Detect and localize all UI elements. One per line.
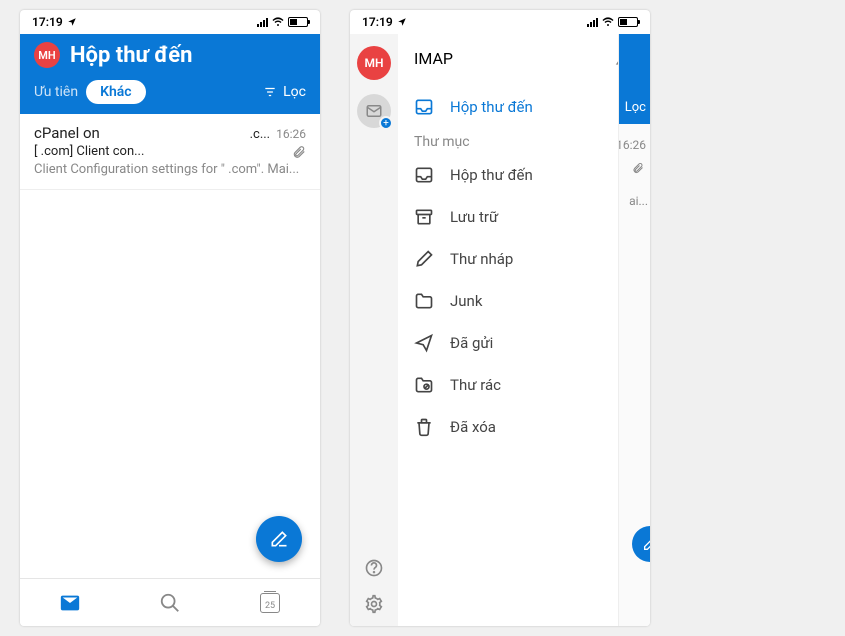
- email-subject: [ .com] Client con...: [34, 144, 286, 159]
- nav-mail[interactable]: [20, 579, 120, 626]
- screen-drawer: 17:19 MH + IMAP: [350, 10, 650, 626]
- add-account-button[interactable]: +: [357, 94, 391, 128]
- account-rail: MH +: [350, 34, 398, 626]
- status-time: 17:19: [362, 15, 393, 29]
- status-time: 17:19: [32, 15, 63, 29]
- attachment-icon: [292, 145, 306, 159]
- folder-label: Đã gửi: [450, 334, 493, 352]
- compose-button[interactable]: [256, 516, 302, 562]
- folder-item-trash[interactable]: Đã xóa: [398, 406, 650, 448]
- location-arrow-icon: [67, 17, 77, 27]
- attachment-icon: [632, 162, 644, 174]
- peek-preview-tail: ai...: [629, 194, 648, 208]
- folder-drawer: IMAP Hộp thư đến Thư mục Hộp thư đến Lưu …: [398, 34, 650, 626]
- wifi-icon: [602, 16, 614, 28]
- bottom-nav: 25: [20, 578, 320, 626]
- tab-priority[interactable]: Ưu tiên: [34, 80, 78, 104]
- spam-icon: [414, 375, 434, 395]
- nav-calendar[interactable]: 25: [220, 579, 320, 626]
- drafts-icon: [414, 249, 434, 269]
- email-row[interactable]: cPanel on .c... 16:26 [ .com] Client con…: [20, 114, 320, 190]
- search-icon: [159, 592, 181, 614]
- folder-icon: [414, 291, 434, 311]
- status-bar: 17:19: [350, 10, 650, 34]
- filter-button[interactable]: Lọc: [263, 84, 306, 100]
- help-icon[interactable]: [364, 558, 384, 578]
- plus-badge-icon: +: [379, 116, 393, 130]
- compose-button-peek[interactable]: [632, 526, 650, 562]
- filter-label: Lọc: [283, 84, 306, 100]
- filter-icon: [263, 85, 277, 99]
- account-avatar[interactable]: MH: [34, 42, 60, 68]
- folder-label: Lưu trữ: [450, 208, 498, 226]
- account-avatar[interactable]: MH: [357, 46, 391, 80]
- nav-search[interactable]: [120, 579, 220, 626]
- compose-icon: [642, 536, 650, 552]
- folder-inbox-current[interactable]: Hộp thư đến: [398, 86, 650, 128]
- folder-label: Hộp thư đến: [450, 98, 533, 116]
- wifi-icon: [272, 16, 284, 28]
- inbox-icon: [414, 97, 434, 117]
- peek-time: 16:26: [618, 138, 646, 152]
- folder-label: Đã xóa: [450, 418, 496, 436]
- background-peek: Lọc 16:26 ai...: [618, 34, 650, 626]
- folder-item-spam[interactable]: Thư rác: [398, 364, 650, 406]
- compose-icon: [269, 529, 289, 549]
- peek-filter-label: Lọc: [625, 100, 646, 115]
- inbox-header: MH Hộp thư đến Ưu tiên Khác Lọc: [20, 34, 320, 114]
- cellular-signal-icon: [587, 18, 598, 27]
- cellular-signal-icon: [257, 18, 268, 27]
- trash-icon: [414, 417, 434, 437]
- status-bar: 17:19: [20, 10, 320, 34]
- sent-icon: [414, 333, 434, 353]
- email-preview: Client Configuration settings for " .com…: [34, 161, 306, 179]
- folder-label: Thư nháp: [450, 250, 513, 268]
- folder-label: Thư rác: [450, 376, 501, 394]
- battery-icon: [618, 17, 638, 27]
- calendar-icon: 25: [260, 593, 280, 613]
- battery-icon: [288, 17, 308, 27]
- screen-inbox: 17:19 MH Hộp thư đến Ưu tiên Khác Lọc cP…: [20, 10, 320, 626]
- folder-item-sent[interactable]: Đã gửi: [398, 322, 650, 364]
- folder-label: Junk: [450, 292, 482, 310]
- folder-item-folder[interactable]: Junk: [398, 280, 650, 322]
- page-title: Hộp thư đến: [70, 43, 192, 68]
- archive-icon: [414, 207, 434, 227]
- tab-other[interactable]: Khác: [86, 80, 146, 104]
- mail-icon: [59, 592, 81, 614]
- inbox-icon: [414, 165, 434, 185]
- folder-item-drafts[interactable]: Thư nháp: [398, 238, 650, 280]
- settings-icon[interactable]: [364, 594, 384, 614]
- email-sender: cPanel on: [34, 124, 250, 142]
- folder-label: Hộp thư đến: [450, 166, 533, 184]
- email-time: 16:26: [276, 127, 306, 141]
- email-domain: .c...: [250, 127, 277, 142]
- folder-item-archive[interactable]: Lưu trữ: [398, 196, 650, 238]
- section-header-folders: Thư mục: [398, 128, 650, 154]
- location-arrow-icon: [397, 17, 407, 27]
- folder-item-inbox[interactable]: Hộp thư đến: [398, 154, 650, 196]
- account-label: IMAP: [414, 49, 453, 68]
